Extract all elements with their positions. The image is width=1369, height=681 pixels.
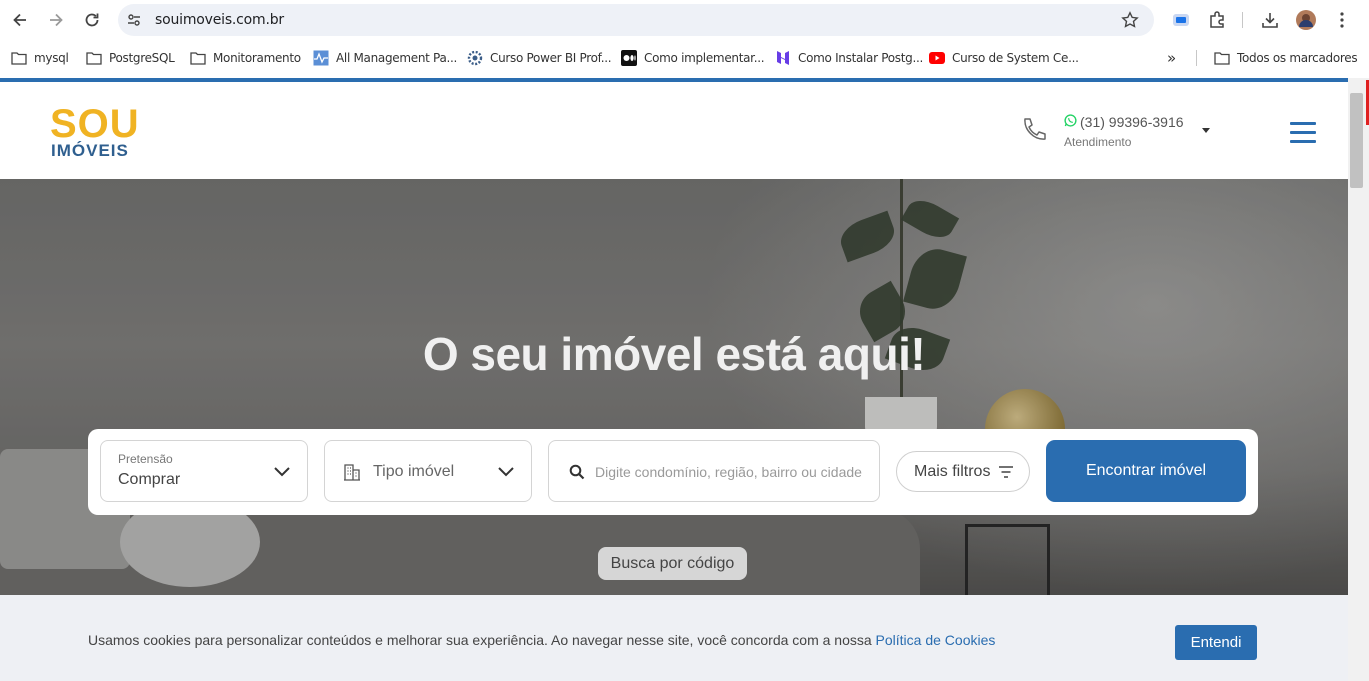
browser-menu-icon[interactable]	[1332, 10, 1352, 30]
all-bookmarks-button[interactable]: Todos os marcadores	[1214, 49, 1358, 67]
forward-button[interactable]	[44, 8, 68, 32]
chevron-down-icon	[274, 467, 290, 477]
more-filters-label: Mais filtros	[914, 463, 991, 480]
logo-sou[interactable]: SOU	[50, 104, 140, 144]
cookie-policy-link[interactable]: Política de Cookies	[876, 632, 996, 648]
gear-icon	[467, 50, 483, 66]
webpage: SOU IMÓVEIS (31) 99396-3916 Atendimento	[0, 78, 1348, 681]
bookmark-item[interactable]: Como Instalar Postg...	[775, 49, 923, 67]
code-search-button[interactable]: Busca por código	[598, 547, 747, 580]
folder-icon	[86, 50, 102, 66]
bookmark-item[interactable]: Como implementar...	[621, 49, 765, 67]
back-arrow-icon	[13, 13, 26, 27]
bookmark-label: All Management Pa...	[336, 51, 458, 65]
bookmark-item[interactable]: mysql	[11, 49, 69, 67]
url-text[interactable]: souimoveis.com.br	[155, 12, 284, 28]
pretensao-value: Comprar	[118, 471, 181, 488]
bookmark-label: Monitoramento	[213, 51, 301, 65]
tipo-imovel-select[interactable]: Tipo imóvel	[324, 440, 532, 502]
chevron-double-right-icon: »	[1167, 49, 1176, 67]
bookmarks-separator	[1196, 50, 1197, 66]
folder-icon	[11, 50, 27, 66]
site-settings-icon[interactable]	[126, 12, 142, 28]
hostinger-icon	[775, 50, 791, 66]
extensions-icon[interactable]	[1207, 10, 1227, 30]
translate-icon[interactable]	[1171, 10, 1191, 30]
bookmark-label: Como Instalar Postg...	[798, 51, 924, 65]
bookmark-label: mysql	[34, 51, 69, 65]
search-panel: Pretensão Comprar Tipo imóvel Mais filtr…	[88, 429, 1258, 515]
search-input[interactable]	[595, 460, 863, 484]
filter-icon	[999, 466, 1013, 478]
phone-number[interactable]: (31) 99396-3916	[1080, 114, 1184, 130]
bookmarks-bar: mysql PostgreSQL Monitoramento All Manag…	[0, 40, 1369, 76]
bookmark-label: Como implementar...	[644, 51, 765, 65]
hamburger-menu-icon[interactable]	[1290, 122, 1316, 144]
whatsapp-icon	[1064, 114, 1077, 127]
bookmark-item[interactable]: Monitoramento	[190, 49, 301, 67]
hero-section: O seu imóvel está aqui! Pretensão Compra…	[0, 179, 1348, 595]
cookie-banner: Usamos cookies para personalizar conteúd…	[0, 595, 1348, 681]
folder-icon	[1214, 50, 1230, 66]
search-field[interactable]	[548, 440, 880, 502]
cookie-text: Usamos cookies para personalizar conteúd…	[88, 632, 872, 648]
phone-label: Atendimento	[1064, 135, 1132, 149]
pretensao-select[interactable]: Pretensão Comprar	[100, 440, 308, 502]
phone-icon	[1024, 118, 1046, 140]
bookmark-item[interactable]: Curso Power BI Prof...	[467, 49, 612, 67]
medium-icon	[621, 50, 637, 66]
bookmark-label: Curso Power BI Prof...	[490, 51, 612, 65]
reload-button[interactable]	[80, 8, 104, 32]
youtube-icon	[929, 50, 945, 66]
site-header: SOU IMÓVEIS (31) 99396-3916 Atendimento	[0, 82, 1348, 179]
find-property-button[interactable]: Encontrar imóvel	[1046, 440, 1246, 502]
accept-cookies-button[interactable]: Entendi	[1175, 625, 1257, 660]
bookmark-label: Curso de System Ce...	[952, 51, 1079, 65]
address-bar[interactable]: souimoveis.com.br	[118, 4, 1154, 36]
more-bookmarks-button[interactable]: »	[1167, 49, 1176, 67]
bookmark-label: PostgreSQL	[109, 51, 175, 65]
bookmark-item[interactable]: PostgreSQL	[86, 49, 175, 67]
toolbar-separator	[1242, 12, 1243, 28]
caret-down-icon[interactable]	[1202, 128, 1210, 133]
chevron-down-icon	[498, 467, 514, 477]
all-bookmarks-label: Todos os marcadores	[1237, 51, 1358, 65]
pulse-icon	[313, 50, 329, 66]
hero-title: O seu imóvel está aqui!	[422, 328, 926, 380]
bookmark-star-icon[interactable]	[1121, 11, 1139, 29]
search-icon	[569, 464, 585, 480]
building-icon	[344, 464, 360, 481]
more-filters-button[interactable]: Mais filtros	[896, 451, 1030, 492]
logo-imoveis[interactable]: IMÓVEIS	[51, 142, 129, 159]
forward-arrow-icon	[50, 13, 63, 27]
bookmark-item[interactable]: All Management Pa...	[313, 49, 457, 67]
download-icon[interactable]	[1260, 10, 1280, 30]
folder-icon	[190, 50, 206, 66]
cookie-message: Usamos cookies para personalizar conteúd…	[88, 632, 995, 648]
browser-toolbar: souimoveis.com.br	[0, 0, 1369, 40]
scrollbar-thumb[interactable]	[1350, 93, 1363, 188]
profile-avatar[interactable]	[1296, 10, 1316, 30]
pretensao-label: Pretensão	[118, 452, 173, 466]
reload-icon	[85, 13, 99, 27]
bookmark-item[interactable]: Curso de System Ce...	[929, 49, 1079, 67]
tipo-imovel-placeholder: Tipo imóvel	[373, 463, 455, 480]
back-button[interactable]	[8, 8, 32, 32]
